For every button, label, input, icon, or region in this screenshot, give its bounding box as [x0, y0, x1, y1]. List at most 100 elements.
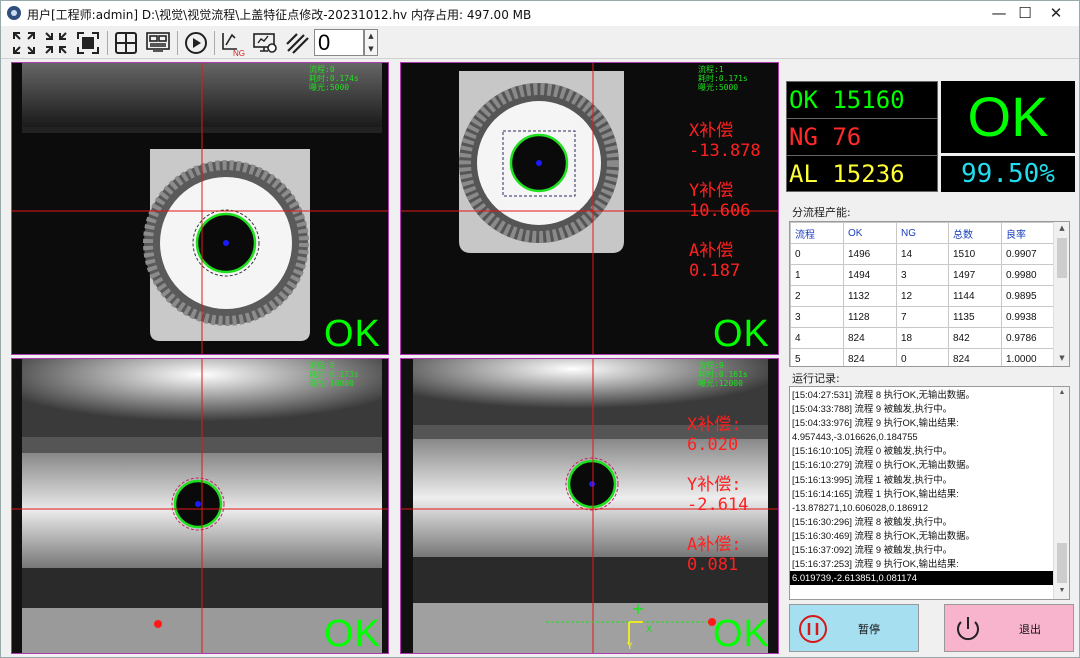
table-cell: 824	[843, 348, 897, 366]
column-header[interactable]: NG	[896, 222, 949, 244]
fit-all-icon[interactable]	[10, 29, 38, 57]
table-row[interactable]: 4 824 18 842 0.9786	[790, 327, 1054, 349]
flow-counter-spinner[interactable]: ▲ ▼	[364, 29, 378, 56]
camera-image-8	[12, 359, 388, 653]
scroll-down-icon[interactable]: ▼	[1054, 587, 1069, 594]
camera-layout-icon[interactable]	[144, 29, 172, 57]
total-count: AL 15236	[789, 160, 905, 188]
table-row[interactable]: 2 1132 12 1144 0.9895	[790, 285, 1054, 307]
production-counter-panel: OK 15160 NG 76 AL 15236	[786, 81, 938, 192]
log-line[interactable]: [15:04:33:976] 流程 9 执行OK,输出结果:	[790, 416, 1069, 430]
camera-view-8[interactable]: 流程:8 耗时:0.173s 曝光:10000 OK	[11, 358, 389, 654]
log-line[interactable]: [15:16:30:296] 流程 8 被触发,执行中。	[790, 515, 1069, 529]
table-cell: 1496	[843, 243, 897, 265]
flow-table[interactable]: 流程 OK NG 总数 良率 0 1496 14 1510 0.9907 1 1494 3 14…	[789, 221, 1070, 367]
table-cell: 3	[790, 306, 844, 328]
pause-label: 暂停	[858, 623, 880, 636]
toolbar-separator	[177, 31, 178, 55]
table-cell: 2	[790, 285, 844, 307]
log-scrollbar[interactable]: ▲ ▼	[1053, 387, 1069, 599]
camera-image-0	[12, 63, 388, 354]
camera-info-8: 流程:8 耗时:0.173s 曝光:10000	[309, 361, 359, 388]
table-cell: 842	[948, 327, 1002, 349]
table-cell: 0	[790, 243, 844, 265]
table-cell: 0.9980	[1001, 264, 1054, 286]
table-cell: 4	[790, 327, 844, 349]
app-logo-icon	[7, 6, 21, 20]
camera-info-0: 流程:0 耗时:0.174s 曝光:5000	[309, 65, 359, 92]
fit-window-icon[interactable]	[74, 29, 102, 57]
camera-view-0[interactable]: 流程:0 耗时:0.174s 曝光:5000 OK	[11, 62, 389, 355]
spin-up-icon[interactable]: ▲	[365, 30, 377, 43]
compensation-values-9: X补偿: 6.020 Y补偿: -2.614 A补偿: 0.081	[687, 415, 749, 575]
column-header[interactable]: 总数	[948, 222, 1002, 244]
exit-button[interactable]: 退出	[944, 604, 1074, 652]
ng-icon[interactable]: NG	[219, 29, 247, 58]
table-cell: 3	[896, 264, 949, 286]
pause-button[interactable]: 暂停	[789, 604, 919, 652]
scroll-down-icon[interactable]: ▼	[1054, 354, 1069, 362]
scrollbar-thumb[interactable]	[1057, 543, 1067, 583]
run-log[interactable]: [15:04:27:531] 流程 8 执行OK,无输出数据。 [15:04:33…	[789, 386, 1070, 600]
log-line[interactable]: [15:04:27:531] 流程 8 执行OK,无输出数据。	[790, 388, 1069, 402]
log-line[interactable]: [15:16:10:279] 流程 0 执行OK,无输出数据。	[790, 458, 1069, 472]
table-row[interactable]: 1 1494 3 1497 0.9980	[790, 264, 1054, 286]
table-cell: 1132	[843, 285, 897, 307]
camera-info-9: 流程:9 耗时:0.161s 曝光:12000	[698, 361, 748, 388]
table-cell: 7	[896, 306, 949, 328]
table-cell: 1497	[948, 264, 1002, 286]
table-cell: 0.9895	[1001, 285, 1054, 307]
table-cell: 0.9786	[1001, 327, 1054, 349]
close-button[interactable]: ✕	[1033, 1, 1079, 26]
table-row[interactable]: 3 1128 7 1135 0.9938	[790, 306, 1054, 328]
camera-result-8: OK	[324, 613, 381, 654]
log-line[interactable]: 6.019739,-2.613851,0.081174	[790, 571, 1054, 586]
scrollbar-thumb[interactable]	[1057, 238, 1067, 278]
crosshair-icon[interactable]	[112, 29, 140, 57]
camera-info-1: 流程:1 耗时:0.171s 曝光:5000	[698, 65, 748, 92]
table-cell: 0.9907	[1001, 243, 1054, 265]
scroll-up-icon[interactable]: ▲	[1054, 389, 1069, 396]
table-cell: 824	[948, 348, 1002, 366]
log-line[interactable]: 4.957443,-3.016626,0.184755	[790, 430, 1069, 444]
table-cell: 18	[896, 327, 949, 349]
column-header[interactable]: 良率	[1001, 222, 1054, 244]
log-line[interactable]: [15:16:13:995] 流程 1 被触发,执行中。	[790, 473, 1069, 487]
shrink-icon[interactable]	[42, 29, 70, 57]
table-row[interactable]: 0 1496 14 1510 0.9907	[790, 243, 1054, 265]
compensation-values-1: X补偿 -13.878 Y补偿 10.606 A补偿 0.187	[689, 121, 761, 281]
table-row[interactable]: 5 824 0 824 1.0000	[790, 348, 1054, 366]
log-line[interactable]: [15:16:30:469] 流程 8 执行OK,无输出数据。	[790, 529, 1069, 543]
title-bar: 用户[工程师:admin] D:\视觉\视觉流程\上盖特征点修改-2023101…	[1, 1, 1079, 26]
camera-view-9[interactable]: 流程:9 耗时:0.161s 曝光:12000 X补偿: 6.020 Y补偿: …	[400, 358, 779, 654]
power-icon	[957, 617, 979, 641]
log-line[interactable]: [15:16:10:105] 流程 0 被触发,执行中。	[790, 444, 1069, 458]
flow-counter-input[interactable]: 0	[314, 29, 364, 56]
table-header-row: 流程 OK NG 总数 良率	[790, 222, 1054, 244]
scroll-up-icon[interactable]: ▲	[1054, 224, 1069, 232]
log-line[interactable]: [15:16:14:165] 流程 1 执行OK,输出结果:	[790, 487, 1069, 501]
table-cell: 1.0000	[1001, 348, 1054, 366]
slash-tool-icon[interactable]	[283, 29, 311, 57]
column-header[interactable]: OK	[843, 222, 897, 244]
log-line[interactable]: -13.878271,10.606028,0.186912	[790, 501, 1069, 515]
spin-down-icon[interactable]: ▼	[365, 43, 377, 56]
camera-result-0: OK	[324, 313, 381, 355]
toolbar-separator	[214, 31, 215, 55]
table-cell: 1	[790, 264, 844, 286]
table-cell: 1144	[948, 285, 1002, 307]
log-line[interactable]: [15:04:33:788] 流程 9 被触发,执行中。	[790, 402, 1069, 416]
camera-result-9: OK	[713, 613, 770, 654]
log-line[interactable]: [15:16:37:253] 流程 9 执行OK,输出结果:	[790, 557, 1069, 571]
run-icon[interactable]	[182, 29, 210, 57]
monitor-settings-icon[interactable]	[251, 29, 279, 57]
toolbar-separator	[107, 31, 108, 55]
window-title: 用户[工程师:admin] D:\视觉\视觉流程\上盖特征点修改-2023101…	[27, 8, 532, 22]
pause-icon	[799, 615, 827, 643]
table-scrollbar[interactable]: ▲ ▼	[1053, 222, 1069, 366]
table-cell: 1510	[948, 243, 1002, 265]
column-header[interactable]: 流程	[790, 222, 844, 244]
table-cell: 824	[843, 327, 897, 349]
log-line[interactable]: [15:16:37:092] 流程 9 被触发,执行中。	[790, 543, 1069, 557]
camera-view-1[interactable]: 流程:1 耗时:0.171s 曝光:5000 X补偿 -13.878 Y补偿 1…	[400, 62, 779, 355]
